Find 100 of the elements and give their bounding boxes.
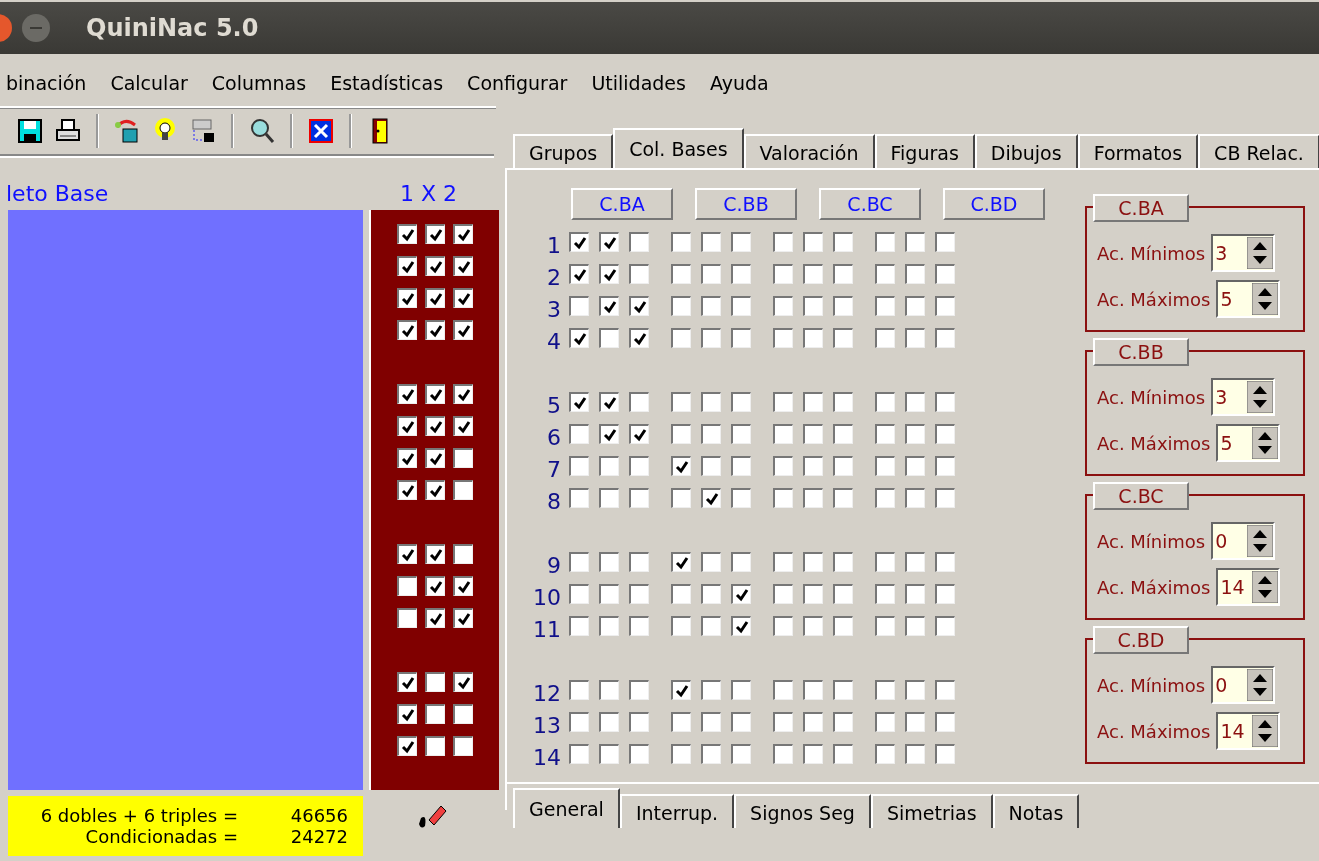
checkbox[interactable] <box>599 232 619 252</box>
checkbox[interactable] <box>629 328 649 348</box>
checkbox[interactable] <box>671 392 691 412</box>
checkbox[interactable] <box>833 456 853 476</box>
menu-item[interactable]: binación <box>6 72 87 94</box>
checkbox[interactable] <box>773 456 793 476</box>
checkbox[interactable] <box>731 744 751 764</box>
checkbox[interactable] <box>731 424 751 444</box>
checkbox[interactable] <box>425 704 445 724</box>
checkbox[interactable] <box>397 320 417 340</box>
checkbox[interactable] <box>773 424 793 444</box>
checkbox[interactable] <box>425 736 445 756</box>
column-button[interactable]: C.BC <box>819 188 921 220</box>
checkbox[interactable] <box>629 616 649 636</box>
checkbox[interactable] <box>397 480 417 500</box>
tab[interactable]: Notas <box>992 794 1080 828</box>
group-button[interactable]: C.BD <box>1093 626 1189 654</box>
menu-item[interactable]: Calcular <box>110 72 188 94</box>
checkbox[interactable] <box>875 296 895 316</box>
checkbox[interactable] <box>671 488 691 508</box>
group-button[interactable]: C.BC <box>1093 482 1189 510</box>
checkbox[interactable] <box>425 480 445 500</box>
menu-item[interactable]: Ayuda <box>709 72 769 94</box>
checkbox[interactable] <box>935 424 955 444</box>
tab[interactable]: Dibujos <box>974 134 1078 168</box>
checkbox[interactable] <box>569 744 589 764</box>
checkbox[interactable] <box>397 544 417 564</box>
checkbox[interactable] <box>905 264 925 284</box>
checkbox[interactable] <box>599 712 619 732</box>
checkbox[interactable] <box>397 448 417 468</box>
checkbox[interactable] <box>773 712 793 732</box>
checkbox[interactable] <box>875 488 895 508</box>
checkbox[interactable] <box>935 552 955 572</box>
checkbox[interactable] <box>569 232 589 252</box>
checkbox[interactable] <box>629 680 649 700</box>
checkbox[interactable] <box>803 552 823 572</box>
checkbox[interactable] <box>731 296 751 316</box>
checkbox[interactable] <box>905 232 925 252</box>
checkbox[interactable] <box>453 576 473 596</box>
spin-field[interactable]: 14 <box>1216 712 1281 750</box>
checkbox[interactable] <box>701 680 721 700</box>
checkbox[interactable] <box>629 392 649 412</box>
checkbox[interactable] <box>905 584 925 604</box>
checkbox[interactable] <box>425 448 445 468</box>
checkbox[interactable] <box>773 744 793 764</box>
checkbox[interactable] <box>629 424 649 444</box>
checkbox[interactable] <box>803 232 823 252</box>
checkbox[interactable] <box>599 392 619 412</box>
checkbox[interactable] <box>833 552 853 572</box>
checkbox[interactable] <box>425 576 445 596</box>
checkbox[interactable] <box>397 384 417 404</box>
checkbox[interactable] <box>905 552 925 572</box>
checkbox[interactable] <box>397 224 417 244</box>
checkbox[interactable] <box>453 416 473 436</box>
checkbox[interactable] <box>731 392 751 412</box>
menu-item[interactable]: Columnas <box>211 72 307 94</box>
checkbox[interactable] <box>935 232 955 252</box>
checkbox[interactable] <box>701 712 721 732</box>
checkbox[interactable] <box>803 264 823 284</box>
checkbox[interactable] <box>629 232 649 252</box>
checkbox[interactable] <box>905 328 925 348</box>
checkbox[interactable] <box>803 680 823 700</box>
checkbox[interactable] <box>569 328 589 348</box>
checkbox[interactable] <box>397 736 417 756</box>
checkbox[interactable] <box>731 232 751 252</box>
checkbox[interactable] <box>425 256 445 276</box>
checkbox[interactable] <box>629 488 649 508</box>
checkbox[interactable] <box>599 488 619 508</box>
checkbox[interactable] <box>397 288 417 308</box>
checkbox[interactable] <box>803 744 823 764</box>
checkbox[interactable] <box>671 712 691 732</box>
checkbox[interactable] <box>935 744 955 764</box>
checkbox[interactable] <box>453 448 473 468</box>
checkbox[interactable] <box>803 456 823 476</box>
checkbox[interactable] <box>425 224 445 244</box>
checkbox[interactable] <box>569 712 589 732</box>
group-button[interactable]: C.BB <box>1093 338 1189 366</box>
checkbox[interactable] <box>701 616 721 636</box>
checkbox[interactable] <box>453 320 473 340</box>
checkbox[interactable] <box>731 584 751 604</box>
checkbox[interactable] <box>629 744 649 764</box>
checkbox[interactable] <box>453 288 473 308</box>
checkbox[interactable] <box>569 456 589 476</box>
checkbox[interactable] <box>671 424 691 444</box>
checkbox[interactable] <box>905 456 925 476</box>
checkbox[interactable] <box>453 704 473 724</box>
checkbox[interactable] <box>731 552 751 572</box>
tab[interactable]: Simetrias <box>870 794 993 828</box>
spin-field[interactable]: 3 <box>1211 378 1276 416</box>
checkbox[interactable] <box>701 296 721 316</box>
checkbox[interactable] <box>803 424 823 444</box>
checkbox[interactable] <box>803 584 823 604</box>
checkbox[interactable] <box>701 232 721 252</box>
checkbox[interactable] <box>773 232 793 252</box>
spin-field[interactable]: 0 <box>1211 522 1276 560</box>
checkbox[interactable] <box>425 384 445 404</box>
checkbox[interactable] <box>671 680 691 700</box>
spin-field[interactable]: 5 <box>1216 424 1281 462</box>
checkbox[interactable] <box>569 616 589 636</box>
checkbox[interactable] <box>875 232 895 252</box>
